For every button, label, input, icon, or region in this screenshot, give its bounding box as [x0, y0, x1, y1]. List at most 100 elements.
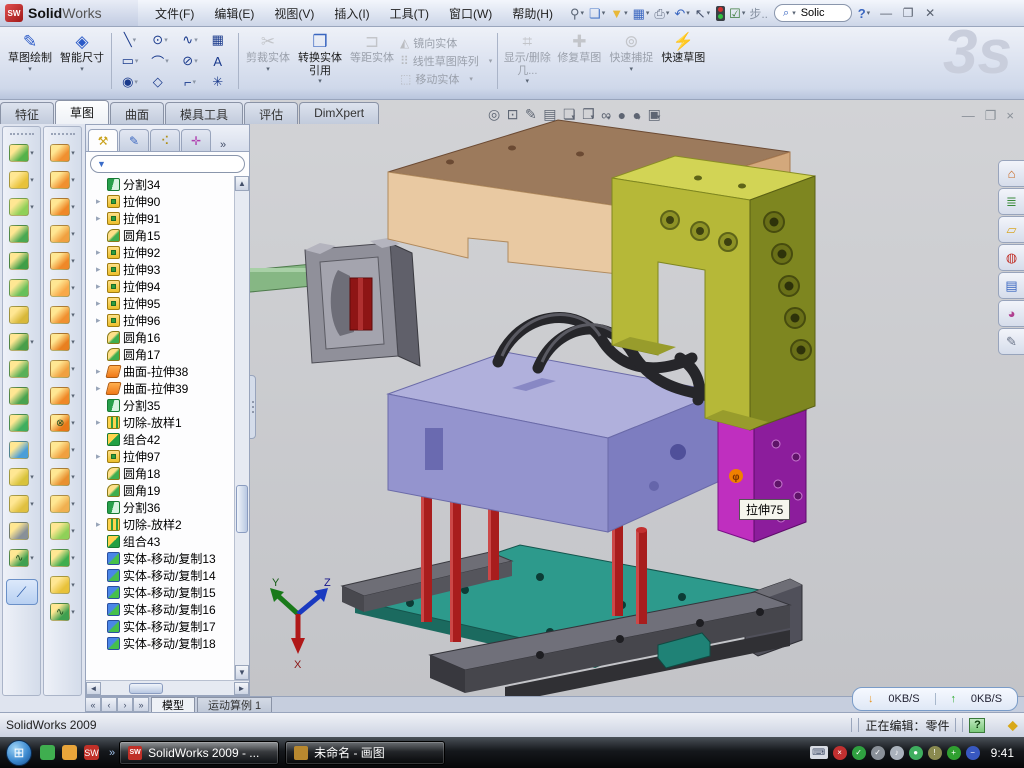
line-tool-icon[interactable]: ╲▾	[115, 30, 145, 51]
propertymanager-tab[interactable]: ✎	[119, 129, 149, 151]
scrollbar-thumb[interactable]	[129, 683, 163, 694]
offset-entities-button[interactable]: ⊐ 等距实体 ▾	[346, 29, 398, 93]
doc-restore-button[interactable]: ❐	[985, 108, 997, 124]
feature-tree-item[interactable]: ▸ 拉伸97	[96, 448, 234, 465]
feature-tree-item[interactable]: ▸ 分割36	[96, 499, 234, 516]
tab-nav-button[interactable]: ›	[117, 697, 133, 712]
doc-minimize-button[interactable]: —	[962, 108, 975, 124]
dropdown-arrow-icon[interactable]: ▾	[71, 392, 75, 400]
dropdown-arrow-icon[interactable]: ▾	[30, 149, 34, 157]
point-tool-icon[interactable]: ✳▾	[205, 72, 235, 93]
expand-arrow-icon[interactable]: ▸	[96, 315, 104, 326]
minimize-button[interactable]: —	[878, 6, 894, 20]
arc-tool-icon[interactable]: ⌒▾	[145, 51, 175, 72]
dropdown-arrow-icon[interactable]: ▾	[30, 500, 34, 508]
feature-tree-item[interactable]: ▸ 拉伸90	[96, 193, 234, 210]
toolbar-grip[interactable]	[51, 133, 75, 136]
open-icon[interactable]: ▼ ▾	[608, 3, 629, 23]
solidworks-launcher-icon[interactable]: SW	[84, 745, 99, 760]
tab-nav-button[interactable]: ‹	[101, 697, 117, 712]
dropdown-arrow-icon[interactable]: ▾	[135, 57, 139, 65]
volume-icon[interactable]: ♪	[890, 746, 904, 760]
display-style-icon[interactable]: ❐▾	[582, 106, 594, 123]
tab-nav-button[interactable]: »	[133, 697, 149, 712]
tree-vertical-scrollbar[interactable]: ▲ ▼	[234, 176, 249, 680]
feature-tree-item[interactable]: ▸ 实体-移动/复制16	[96, 601, 234, 618]
new-document-icon[interactable]: ❏ ▾	[587, 3, 607, 23]
revolved-boss-tool[interactable]: ▾	[9, 249, 34, 273]
ellipse-tool-icon[interactable]: ⊘▾	[175, 51, 205, 72]
configurationmanager-tab[interactable]: ⠪	[150, 129, 180, 151]
replace-face-tool[interactable]: ▾	[50, 438, 75, 462]
feature-tree-item[interactable]: ▸ 圆角18	[96, 465, 234, 482]
trim-entities-button[interactable]: ✂ 剪裁实体 ▾	[242, 29, 294, 93]
task-paint[interactable]: 未命名 - 画图	[285, 741, 445, 765]
feature-tree-item[interactable]: ▸ 组合42	[96, 431, 234, 448]
display-delete-relations-button[interactable]: ⌗ 显示/删除几... ▾	[501, 29, 553, 93]
document-tab[interactable]: 模型	[151, 697, 195, 712]
dropdown-arrow-icon[interactable]: ▾	[318, 78, 322, 86]
dropdown-arrow-icon[interactable]: ▾	[71, 257, 75, 265]
update-gear-icon[interactable]: ✓	[871, 746, 885, 760]
search-box[interactable]: ⌕ ▾	[774, 4, 852, 22]
move-copy-body-tool[interactable]: ▾	[9, 438, 34, 462]
menu-item[interactable]: 插入(I)	[325, 2, 378, 25]
custom-properties-tab[interactable]: ✎	[998, 328, 1024, 355]
feature-tree-item[interactable]: ▸ 组合43	[96, 533, 234, 550]
dropdown-arrow-icon[interactable]: ▾	[80, 66, 84, 74]
commandmanager-tab[interactable]: 评估	[244, 102, 298, 124]
dropdown-arrow-icon[interactable]: ▾	[193, 78, 197, 86]
menu-item[interactable]: 工具(T)	[381, 2, 438, 25]
edit-appearance-icon[interactable]: ●▾	[618, 107, 626, 123]
expand-arrow-icon[interactable]: ▸	[96, 366, 104, 377]
mirror-entities-button[interactable]: ◭ 镜向实体 ▾	[400, 35, 492, 51]
dropdown-arrow-icon[interactable]: ▾	[572, 114, 576, 121]
commandmanager-tab[interactable]: DimXpert	[299, 102, 379, 124]
restore-button[interactable]: ❐	[900, 6, 916, 20]
dropdown-arrow-icon[interactable]: ▾	[591, 114, 595, 121]
dropdown-arrow-icon[interactable]: ▾	[71, 311, 75, 319]
feature-tree-item[interactable]: ▸ 切除-放样1	[96, 414, 234, 431]
dropdown-arrow-icon[interactable]: ▾	[666, 9, 670, 17]
delete-face-tool[interactable]: ⊗ ▾	[50, 411, 75, 435]
tree-horizontal-scrollbar[interactable]: ◄ ►	[86, 680, 249, 695]
start-button[interactable]: ⊞	[6, 740, 32, 766]
tree-filter-box[interactable]: ▼	[90, 155, 245, 173]
spline-tool-icon[interactable]: ∿▾	[175, 30, 205, 51]
expand-arrow-icon[interactable]: ▸	[96, 196, 104, 207]
lofted-surface-tool[interactable]: ▾	[50, 249, 75, 273]
dropdown-arrow-icon[interactable]: ▾	[646, 9, 650, 17]
dropdown-arrow-icon[interactable]: ▾	[602, 9, 606, 17]
feature-tree-item[interactable]: ▸ 圆角16	[96, 329, 234, 346]
dropdown-arrow-icon[interactable]: ▾	[637, 115, 641, 122]
status-help-button[interactable]: ?	[969, 718, 985, 733]
dropdown-arrow-icon[interactable]: ▾	[28, 66, 32, 74]
zoom-fit-icon[interactable]: ◎▾	[488, 106, 500, 123]
section-view-icon[interactable]: ▤▾	[543, 106, 556, 123]
feature-tree-item[interactable]: ▸ 拉伸95	[96, 295, 234, 312]
sync-blocked-icon[interactable]: −	[966, 746, 980, 760]
dropdown-arrow-icon[interactable]: ▾	[30, 554, 34, 562]
menu-item[interactable]: 编辑(E)	[205, 2, 263, 25]
dropdown-arrow-icon[interactable]: ▾	[71, 473, 75, 481]
revolved-surface-tool[interactable]: ▾	[50, 168, 75, 192]
extruded-cut-tool[interactable]: ▾	[9, 168, 34, 192]
linear-sketch-pattern-button[interactable]: ⠿ 线性草图阵列 ▾	[400, 53, 492, 69]
dropdown-arrow-icon[interactable]: ▾	[30, 473, 34, 481]
fillet-tool[interactable]: ▾	[9, 195, 34, 219]
feature-tree-item[interactable]: ▸ 拉伸92	[96, 244, 234, 261]
circle-tool-icon[interactable]: ⊙▾	[145, 30, 175, 51]
extruded-boss-tool[interactable]: ▾	[9, 141, 34, 165]
surface-fillet-tool[interactable]: ▾	[50, 519, 75, 543]
smart-dimension-button[interactable]: ◈ 智能尺寸 ▾	[56, 29, 108, 93]
feature-tree-item[interactable]: ▸ 实体-移动/复制14	[96, 567, 234, 584]
document-tab[interactable]: 运动算例 1	[197, 697, 272, 712]
feature-tree-item[interactable]: ▸ 拉伸93	[96, 261, 234, 278]
quick-launch-more-icon[interactable]: »	[109, 747, 115, 759]
expand-arrow-icon[interactable]: ▸	[96, 247, 104, 258]
dropdown-arrow-icon[interactable]: ▾	[266, 66, 270, 74]
panel-tabs-overflow[interactable]: »	[220, 139, 226, 151]
sketch-button[interactable]: ✎ 草图绘制 ▾	[4, 29, 56, 93]
move-entities-button[interactable]: ⬚ 移动实体 ▾	[400, 71, 492, 87]
dropdown-arrow-icon[interactable]: ▾	[164, 36, 168, 44]
